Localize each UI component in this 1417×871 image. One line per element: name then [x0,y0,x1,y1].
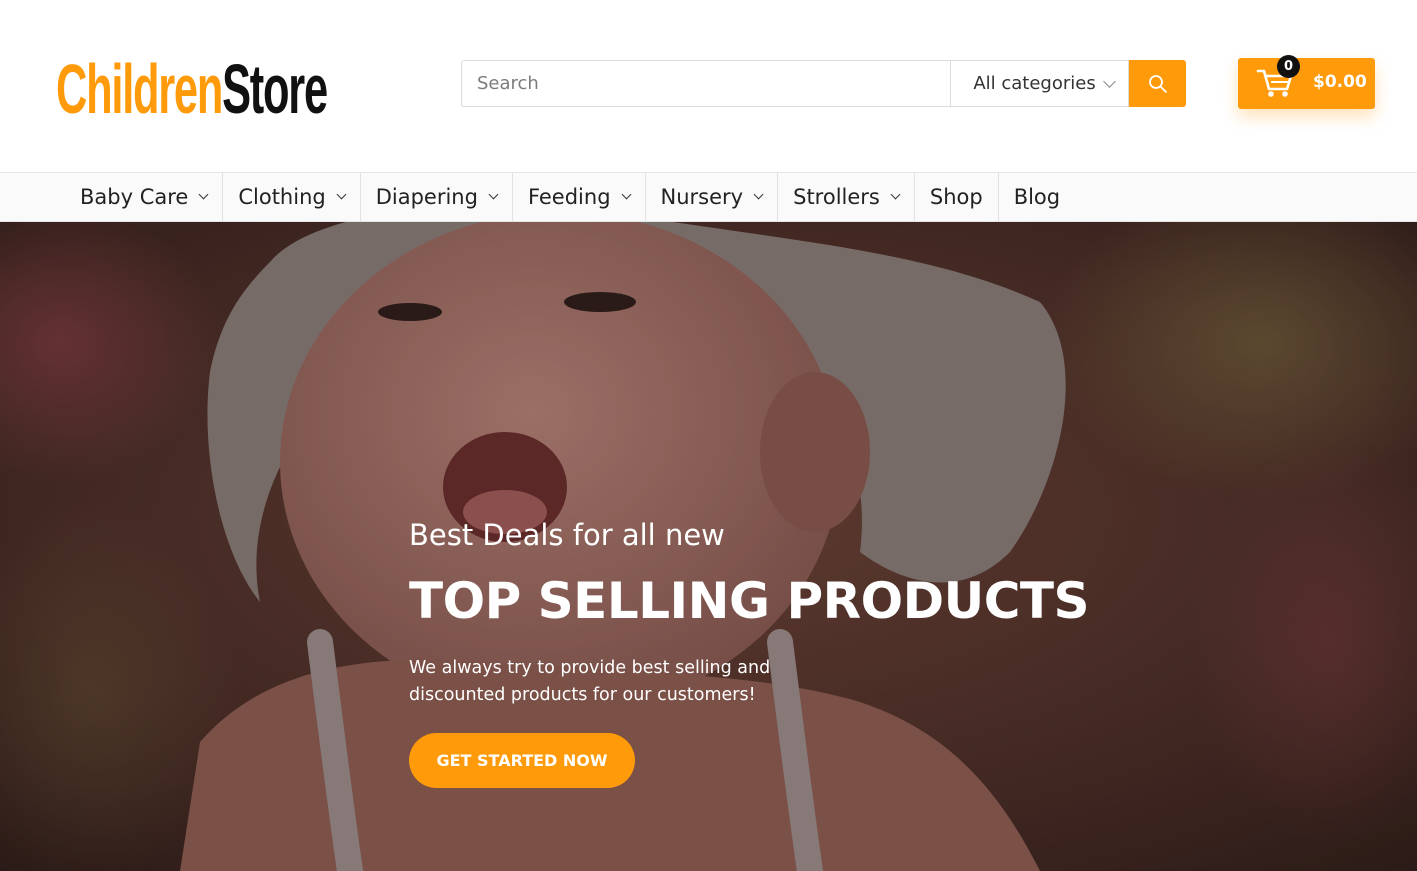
category-select[interactable]: All categories [950,60,1130,107]
nav-item-baby-care[interactable]: Baby Care [65,173,224,221]
cart-total: $0.00 [1313,72,1367,92]
nav-item-label: Blog [1013,185,1061,209]
main-nav: Baby Care Clothing Diapering Feeding Nur… [0,172,1417,222]
chevron-down-icon [890,189,901,200]
nav-item-diapering[interactable]: Diapering [361,173,513,221]
nav-item-nursery[interactable]: Nursery [646,173,779,221]
nav-item-blog[interactable]: Blog [999,173,1075,221]
hero-title: TOP SELLING PRODUCTS [409,572,1090,630]
nav-item-label: Shop [929,185,983,209]
site-logo[interactable]: Children Store [56,34,328,128]
chevron-down-icon [1103,75,1116,88]
nav-item-label: Nursery [660,185,744,209]
get-started-button[interactable]: GET STARTED NOW [409,733,635,788]
category-select-value: All categories [973,73,1096,94]
site-header: ChildrenStore All categories 0 $0.00 [0,0,1417,172]
chevron-down-icon [753,189,764,200]
nav-item-label: Clothing [238,185,326,209]
logo-text-children: Children [56,50,223,128]
search-button[interactable] [1129,60,1186,107]
hero-kicker: Best Deals for all new [409,518,725,552]
search-bar: All categories [461,60,1186,107]
nav-item-label: Feeding [527,185,611,209]
chevron-down-icon [198,189,209,200]
nav-item-shop[interactable]: Shop [915,173,999,221]
chevron-down-icon [488,189,499,200]
search-icon [1148,74,1167,93]
cart-button[interactable]: 0 $0.00 [1238,55,1375,109]
logo-text-store: Store [222,50,328,128]
chevron-down-icon [621,189,631,200]
nav-item-feeding[interactable]: Feeding [513,173,646,221]
nav-item-label: Baby Care [80,185,189,209]
search-input[interactable] [461,60,951,107]
nav-item-strollers[interactable]: Strollers [778,173,915,221]
nav-item-label: Diapering [375,185,478,209]
cart-count-badge: 0 [1277,55,1300,78]
hero-banner: Best Deals for all new TOP SELLING PRODU… [0,222,1417,871]
nav-item-label: Strollers [793,185,880,209]
nav-item-clothing[interactable]: Clothing [223,173,361,221]
hero-description: We always try to provide best selling an… [409,658,771,705]
chevron-down-icon [336,189,347,200]
